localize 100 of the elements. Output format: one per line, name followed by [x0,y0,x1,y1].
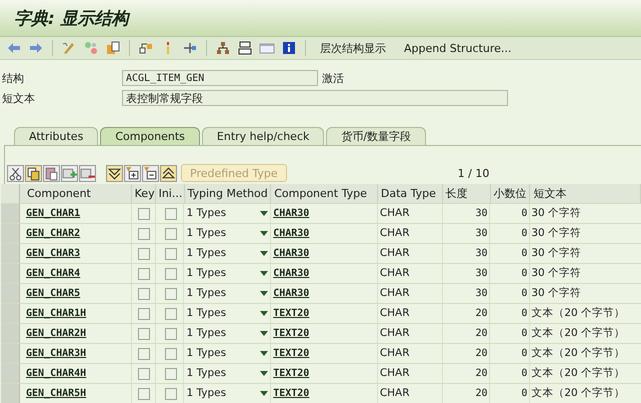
tab[interactable]: Components [100,127,200,145]
component-type-link[interactable]: CHAR30 [273,284,310,303]
column-header[interactable]: Key [132,184,156,203]
component-type-link[interactable]: TEXT20 [273,324,310,343]
initial-checkbox[interactable] [164,348,177,360]
column-header[interactable]: 短文本 [530,184,641,203]
row-selector[interactable] [1,284,20,303]
dropdown-icon[interactable] [260,391,268,396]
key-checkbox[interactable] [138,328,150,340]
component-name[interactable]: GEN_CHAR3H [26,344,86,363]
initial-checkbox[interactable] [164,208,177,220]
component-type-link[interactable]: CHAR30 [273,224,310,243]
dropdown-icon[interactable] [260,331,268,336]
component-type-link[interactable]: TEXT20 [273,384,310,403]
scissors-icon[interactable] [7,164,24,182]
initial-checkbox[interactable] [164,368,177,380]
tab[interactable]: Attributes [14,127,98,145]
column-header[interactable]: Component Type [271,184,378,203]
row-selector[interactable] [1,384,20,403]
document-icon[interactable] [105,40,121,56]
component-name[interactable]: GEN_CHAR2 [26,224,80,243]
row-selector[interactable] [1,344,20,363]
typing-method-text: 1 Types [186,266,226,281]
dropdown-icon[interactable] [260,251,268,256]
circles-icon[interactable] [83,40,99,56]
row-selector[interactable] [1,244,20,263]
key-checkbox[interactable] [138,208,150,220]
column-header[interactable]: Ini... [156,184,184,203]
row-selector[interactable] [1,324,20,343]
length-value: 20 [475,347,488,361]
layout-icon[interactable] [237,40,253,56]
row-selector[interactable] [1,364,20,383]
dropdown-icon[interactable] [260,351,268,356]
key-checkbox[interactable] [138,348,150,360]
initial-checkbox[interactable] [164,328,177,340]
expand-node-icon[interactable] [124,164,141,182]
component-name[interactable]: GEN_CHAR1H [26,304,86,323]
component-name[interactable]: GEN_CHAR5H [26,384,86,403]
insert-row-icon[interactable] [61,164,78,182]
key-checkbox[interactable] [138,288,150,300]
toolbar-button[interactable]: 层次结构显示 [314,40,392,56]
key-checkbox[interactable] [138,248,150,260]
dropdown-icon[interactable] [260,291,268,296]
row-selector[interactable] [1,204,20,223]
input-field[interactable]: 表控制常规字段 [122,90,508,106]
decimals-value: 0 [521,247,528,261]
initial-checkbox[interactable] [164,268,177,280]
collapse-all-icon[interactable] [106,164,123,182]
component-name[interactable]: GEN_CHAR3 [26,244,80,263]
key-checkbox[interactable] [138,228,150,240]
paste-icon[interactable] [43,164,60,182]
short-text: 文本（20 个字节） [531,326,626,341]
tab[interactable]: 货币/数量字段 [326,127,426,145]
collapse-node-icon[interactable] [142,164,159,182]
component-name[interactable]: GEN_CHAR1 [26,204,80,223]
initial-checkbox[interactable] [164,228,177,240]
dropdown-icon[interactable] [260,311,268,316]
dropdown-icon[interactable] [260,271,268,276]
tree-icon[interactable] [215,40,231,56]
column-header[interactable]: Component [24,184,132,203]
component-type-link[interactable]: TEXT20 [273,364,310,383]
row-selector[interactable] [1,264,20,283]
component-type-link[interactable]: CHAR30 [273,244,310,263]
column-header[interactable]: Typing Method [184,184,272,203]
input-field[interactable]: ACGL_ITEM_GEN [122,70,318,86]
pencil-icon[interactable] [61,40,77,56]
toolbar-button[interactable]: Append Structure... [398,42,518,54]
component-type-link[interactable]: CHAR30 [273,204,310,223]
row-selector[interactable] [1,224,20,243]
component-name[interactable]: GEN_CHAR2H [26,324,86,343]
column-header[interactable]: 小数位 [490,184,530,203]
delete-row-icon[interactable] [79,164,96,182]
info-icon[interactable] [281,40,297,56]
row-selector[interactable] [1,304,20,323]
component-name[interactable]: GEN_CHAR4H [26,364,86,383]
column-header[interactable]: Data Type [378,184,443,203]
key-checkbox[interactable] [138,268,150,280]
data-type-text: CHAR [380,266,410,281]
column-header[interactable]: 长度 [442,184,490,203]
key-checkbox[interactable] [138,308,150,320]
dropdown-icon[interactable] [260,211,268,216]
copy-icon[interactable] [25,164,42,182]
dropdown-icon[interactable] [260,371,268,376]
initial-checkbox[interactable] [164,388,177,400]
short-text: 文本（20 个字节） [531,366,626,381]
initial-checkbox[interactable] [164,288,177,300]
dropdown-icon[interactable] [260,231,268,236]
key-checkbox[interactable] [138,388,150,400]
length-value: 30 [475,227,488,241]
forward-arrow-icon[interactable] [28,40,44,56]
key-checkbox[interactable] [138,368,150,380]
component-type-link[interactable]: CHAR30 [273,264,310,283]
component-name[interactable]: GEN_CHAR5 [26,284,80,303]
component-type-link[interactable]: TEXT20 [273,344,310,363]
component-name[interactable]: GEN_CHAR4 [26,264,80,283]
initial-checkbox[interactable] [164,308,177,320]
component-type-link[interactable]: TEXT20 [273,304,310,323]
initial-checkbox[interactable] [164,248,177,260]
tab[interactable]: Entry help/check [202,127,324,145]
expand-all-icon[interactable] [160,164,177,182]
